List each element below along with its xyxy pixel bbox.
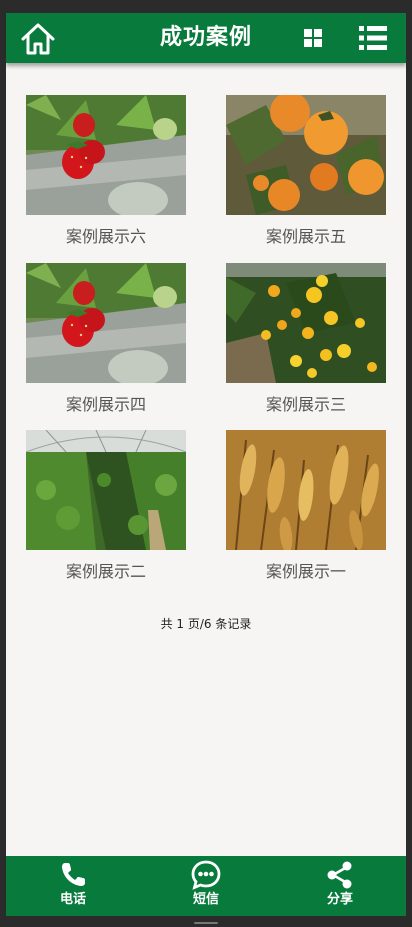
case-thumbnail-strawberry[interactable] bbox=[26, 95, 186, 215]
home-indicator bbox=[194, 922, 218, 924]
case-thumbnail-wheat[interactable] bbox=[226, 430, 386, 550]
grid-view-button[interactable] bbox=[303, 28, 323, 48]
case-item[interactable]: 案例展示六 bbox=[26, 95, 186, 246]
share-label: 分享 bbox=[326, 892, 353, 907]
case-item[interactable]: 案例展示二 bbox=[26, 430, 186, 581]
case-thumbnail-strawberry[interactable] bbox=[26, 263, 186, 383]
list-menu-icon bbox=[359, 26, 387, 50]
case-item[interactable]: 案例展示一 bbox=[226, 430, 386, 581]
sms-icon bbox=[191, 860, 221, 890]
case-title[interactable]: 案例展示四 bbox=[26, 393, 186, 417]
case-thumbnail-greenhouse[interactable] bbox=[26, 430, 186, 550]
case-item[interactable]: 案例展示五 bbox=[226, 95, 386, 246]
app-frame: 成功案例 案例展示六 案例展示五 案例展示四 案例展示三 案例展示二 案例展示一… bbox=[6, 13, 406, 916]
case-title[interactable]: 案例展示六 bbox=[26, 225, 186, 249]
case-thumbnail-persimmon[interactable] bbox=[226, 95, 386, 215]
case-item[interactable]: 案例展示三 bbox=[226, 263, 386, 414]
phone-icon bbox=[62, 863, 85, 886]
share-button[interactable]: 分享 bbox=[290, 856, 390, 916]
case-title[interactable]: 案例展示三 bbox=[226, 393, 386, 417]
case-title[interactable]: 案例展示五 bbox=[226, 225, 386, 249]
phone-button[interactable]: 电话 bbox=[23, 856, 123, 916]
case-title[interactable]: 案例展示二 bbox=[26, 560, 186, 584]
page-title: 成功案例 bbox=[159, 25, 252, 50]
grid-icon bbox=[304, 29, 322, 47]
sms-button[interactable]: 短信 bbox=[156, 856, 256, 916]
share-icon bbox=[327, 861, 352, 889]
phone-label: 电话 bbox=[59, 892, 86, 907]
sms-label: 短信 bbox=[192, 892, 219, 907]
case-title[interactable]: 案例展示一 bbox=[226, 560, 386, 584]
bottom-action-bar: 电话 短信 分享 bbox=[6, 856, 406, 916]
case-thumbnail-orange-tree[interactable] bbox=[226, 263, 386, 383]
case-item[interactable]: 案例展示四 bbox=[26, 263, 186, 414]
header-bar: 成功案例 bbox=[6, 13, 406, 63]
menu-list-button[interactable] bbox=[358, 24, 388, 52]
pagination-info: 共 1 页/6 条记录 bbox=[160, 617, 252, 631]
